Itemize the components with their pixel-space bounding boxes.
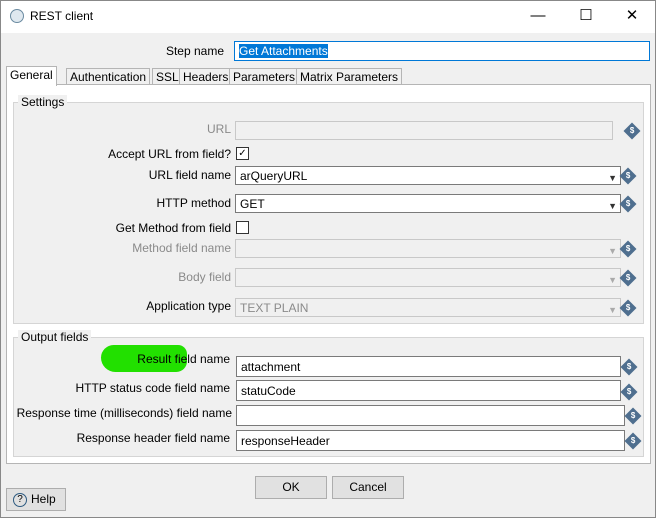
maximize-button[interactable]: ☐ — [566, 5, 606, 27]
chevron-down-icon: ▼ — [608, 305, 617, 315]
method-field-name-select[interactable]: ▼ — [235, 239, 621, 258]
url-field-name-select[interactable]: arQueryURL ▼ — [235, 166, 621, 185]
url-label: URL — [206, 122, 231, 136]
tab-authentication[interactable]: Authentication — [66, 68, 151, 85]
response-time-input[interactable] — [236, 405, 625, 426]
cancel-button[interactable]: Cancel — [332, 476, 404, 499]
body-field-select[interactable]: ▼ — [235, 268, 621, 287]
http-status-code-input[interactable]: statuCode — [236, 380, 621, 401]
get-method-label: Get Method from field — [115, 221, 231, 235]
http-status-code-label: HTTP status code field name — [75, 381, 230, 395]
chevron-down-icon: ▼ — [608, 246, 617, 256]
tab-parameters[interactable]: Parameters — [229, 68, 300, 85]
chevron-down-icon: ▼ — [608, 201, 617, 211]
accept-url-label: Accept URL from field? — [108, 147, 231, 161]
result-field-name-label: Result field name — [137, 352, 230, 366]
http-method-select[interactable]: GET ▼ — [235, 194, 621, 213]
close-button[interactable]: ✕ — [612, 5, 652, 27]
output-fields-group-title: Output fields — [18, 330, 92, 344]
method-field-name-label: Method field name — [132, 241, 231, 255]
accept-url-checkbox[interactable]: ✓ — [236, 147, 249, 160]
step-name-label: Step name — [165, 44, 224, 58]
chevron-down-icon: ▼ — [608, 275, 617, 285]
url-field-name-label: URL field name — [148, 168, 231, 182]
settings-group-title: Settings — [18, 95, 68, 109]
application-type-label: Application type — [146, 299, 231, 313]
result-field-name-input[interactable]: attachment — [236, 356, 621, 377]
response-time-label: Response time (milliseconds) field name — [16, 406, 232, 420]
minimize-button[interactable]: — — [518, 5, 558, 27]
application-type-select[interactable]: TEXT PLAIN ▼ — [235, 298, 621, 317]
tab-matrix-parameters[interactable]: Matrix Parameters — [296, 68, 403, 85]
chevron-down-icon: ▼ — [608, 173, 617, 183]
step-name-value: Get Attachments — [239, 44, 328, 58]
tab-headers[interactable]: Headers — [179, 68, 233, 85]
response-header-label: Response header field name — [76, 431, 230, 445]
help-label: Help — [31, 492, 56, 506]
window-title: REST client — [30, 9, 94, 23]
tab-general[interactable]: General — [6, 66, 57, 86]
url-input[interactable] — [235, 121, 613, 140]
step-name-input[interactable]: Get Attachments — [234, 41, 650, 61]
ok-button[interactable]: OK — [255, 476, 327, 499]
body-field-label: Body field — [178, 270, 231, 284]
help-button[interactable]: ? Help — [6, 488, 66, 511]
help-icon: ? — [13, 492, 27, 507]
http-method-label: HTTP method — [156, 196, 231, 210]
response-header-input[interactable]: responseHeader — [236, 430, 625, 451]
app-icon — [10, 9, 24, 23]
get-method-checkbox[interactable] — [236, 221, 249, 234]
